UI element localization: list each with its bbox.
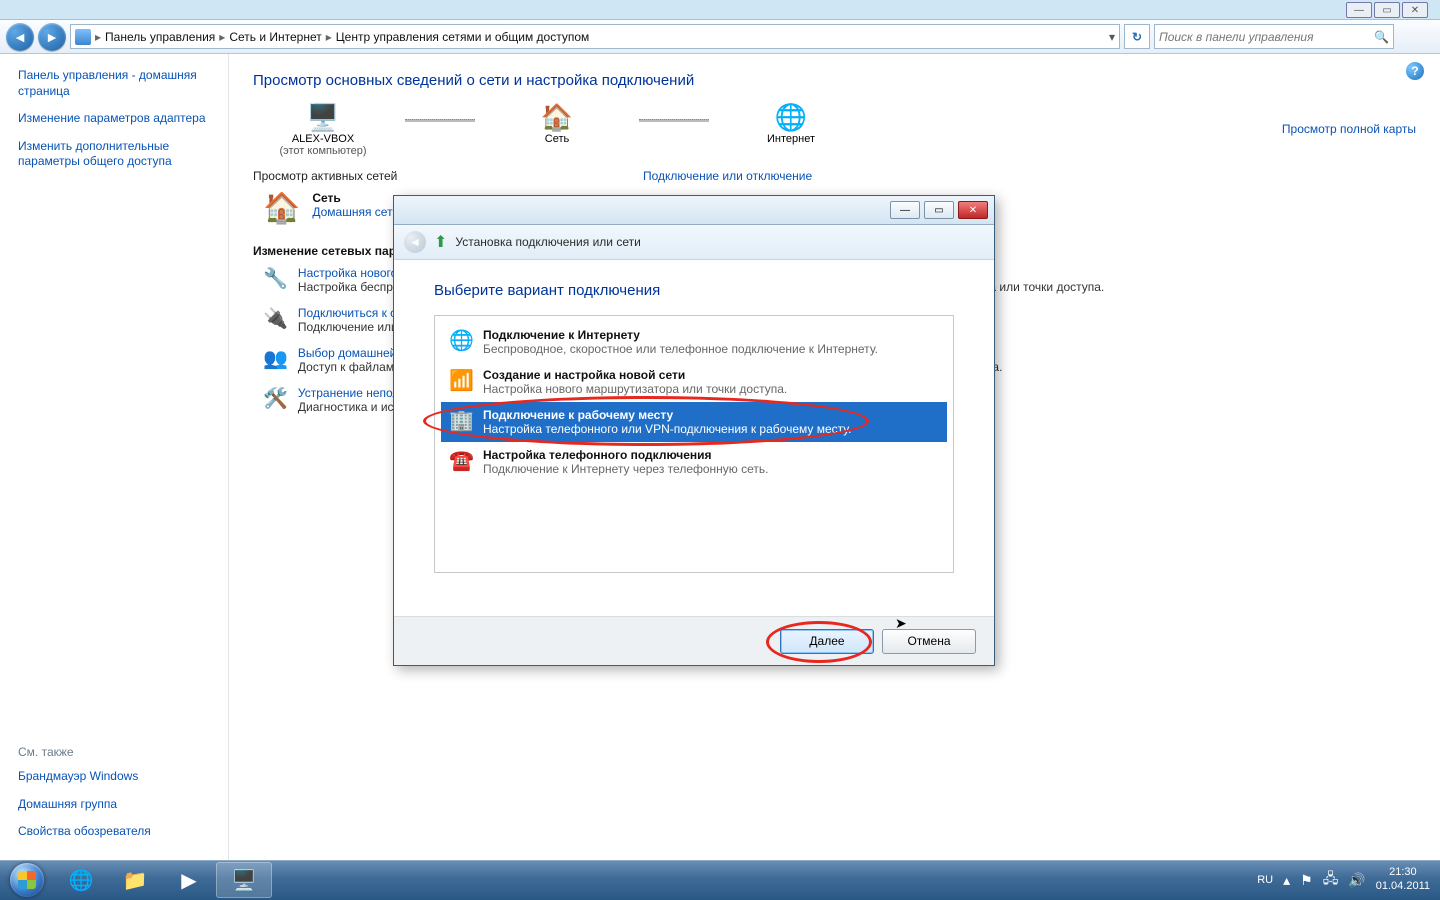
option-internet[interactable]: 🌐 Подключение к Интернету Беспроводное, …	[441, 322, 947, 362]
homegroup-icon: 👥	[263, 346, 288, 374]
house-network-icon: 🏠	[263, 191, 300, 226]
see-also-label: См. также	[18, 745, 218, 759]
node-pc-name: ALEX-VBOX	[292, 133, 354, 145]
breadcrumb-item[interactable]: Панель управления	[105, 30, 215, 44]
full-map-link[interactable]: Просмотр полной карты	[1282, 122, 1416, 136]
dialog-header: ◄ ⬆ Установка подключения или сети	[394, 225, 994, 260]
language-indicator[interactable]: RU	[1257, 874, 1273, 886]
connect-icon: 🔌	[263, 306, 288, 334]
dialog-header-text: Установка подключения или сети	[455, 235, 640, 249]
breadcrumb-dropdown-icon[interactable]: ▾	[1109, 30, 1115, 44]
help-icon[interactable]: ?	[1406, 62, 1424, 80]
dialog-title: Выберите вариант подключения	[434, 282, 954, 299]
active-networks-heading: Просмотр активных сетей Подключение или …	[253, 169, 1416, 183]
building-icon: 🏢	[449, 408, 473, 433]
router-icon: 📶	[449, 368, 473, 393]
refresh-button[interactable]: ↻	[1124, 24, 1150, 49]
search-icon: 🔍	[1374, 30, 1389, 44]
setup-connection-dialog: — ▭ ✕ ◄ ⬆ Установка подключения или сети…	[393, 195, 995, 666]
dialog-minimize-button[interactable]: —	[890, 201, 920, 219]
option-title: Подключение к рабочему месту	[483, 408, 851, 422]
dialog-maximize-button[interactable]: ▭	[924, 201, 954, 219]
cancel-button[interactable]: Отмена	[882, 629, 976, 654]
option-dialup[interactable]: ☎️ Настройка телефонного подключения Под…	[441, 442, 947, 482]
taskbar-explorer[interactable]: 📁	[108, 861, 162, 899]
dialog-footer: Далее Отмена	[394, 616, 994, 665]
tray-clock[interactable]: 21:30 01.04.2011	[1376, 866, 1430, 894]
network-map: 🖥️ ALEX-VBOX (этот компьютер) 🏠 Сеть 🌐 И…	[253, 101, 1416, 157]
tray-flag-icon[interactable]: ⚑	[1300, 872, 1313, 889]
option-workplace[interactable]: 🏢 Подключение к рабочему месту Настройка…	[441, 402, 947, 442]
window-close-button[interactable]: ✕	[1402, 2, 1428, 18]
node-pc-sub: (этот компьютер)	[279, 145, 366, 157]
taskbar-ie[interactable]: 🌐	[54, 861, 108, 899]
page-title: Просмотр основных сведений о сети и наст…	[253, 72, 1416, 89]
breadcrumb-item[interactable]: Сеть и Интернет	[229, 30, 321, 44]
troubleshoot-icon: 🛠️	[263, 386, 288, 414]
search-placeholder: Поиск в панели управления	[1159, 30, 1314, 44]
option-desc: Настройка телефонного или VPN-подключени…	[483, 422, 851, 436]
search-input[interactable]: Поиск в панели управления 🔍	[1154, 24, 1394, 49]
option-new-network[interactable]: 📶 Создание и настройка новой сети Настро…	[441, 362, 947, 402]
network-wizard-icon: ⬆	[434, 232, 447, 252]
address-bar: ◄ ► ▸ Панель управления ▸ Сеть и Интерне…	[0, 20, 1440, 54]
nav-back-button[interactable]: ◄	[6, 23, 34, 51]
see-also-ie-options[interactable]: Свойства обозревателя	[18, 824, 218, 840]
system-tray: RU ▴ ⚑ 🖧 🔊 21:30 01.04.2011	[1247, 866, 1440, 894]
sidebar-link-home[interactable]: Панель управления - домашняя страница	[18, 68, 218, 99]
node-this-pc[interactable]: 🖥️ ALEX-VBOX (этот компьютер)	[253, 101, 393, 157]
window-maximize-button[interactable]: ▭	[1374, 2, 1400, 18]
computer-icon: 🖥️	[303, 101, 343, 133]
taskbar: 🌐 📁 ▶ 🖥️ RU ▴ ⚑ 🖧 🔊 21:30 01.04.2011	[0, 860, 1440, 900]
option-desc: Подключение к Интернету через телефонную…	[483, 462, 769, 476]
option-title: Настройка телефонного подключения	[483, 448, 769, 462]
nav-forward-button[interactable]: ►	[38, 23, 66, 51]
connection-options-list: 🌐 Подключение к Интернету Беспроводное, …	[434, 315, 954, 573]
start-button[interactable]	[0, 860, 54, 900]
window-frame-top: — ▭ ✕	[0, 0, 1440, 20]
node-net-name: Сеть	[545, 133, 569, 145]
breadcrumb-item[interactable]: Центр управления сетями и общим доступом	[336, 30, 590, 44]
breadcrumb-separator: ▸	[219, 30, 225, 44]
phone-icon: ☎️	[449, 448, 473, 473]
taskbar-control-panel[interactable]: 🖥️	[216, 862, 272, 898]
dialog-titlebar[interactable]: — ▭ ✕	[394, 196, 994, 225]
node-network[interactable]: 🏠 Сеть	[487, 101, 627, 157]
sidebar-link-sharing[interactable]: Изменить дополнительные параметры общего…	[18, 139, 218, 170]
breadcrumb-separator: ▸	[95, 30, 101, 44]
tray-date: 01.04.2011	[1376, 880, 1430, 894]
connector-icon	[405, 119, 475, 122]
active-network-type[interactable]: Домашняя сеть	[312, 205, 398, 219]
tray-volume-icon[interactable]: 🔊	[1348, 872, 1365, 889]
globe-arrow-icon: 🌐	[449, 328, 473, 353]
node-internet[interactable]: 🌐 Интернет	[721, 101, 861, 157]
dialog-back-button[interactable]: ◄	[404, 231, 426, 253]
window-minimize-button[interactable]: —	[1346, 2, 1372, 18]
sidebar-link-adapter[interactable]: Изменение параметров адаптера	[18, 111, 218, 127]
tray-time: 21:30	[1376, 866, 1430, 880]
next-button[interactable]: Далее	[780, 629, 874, 654]
option-desc: Настройка нового маршрутизатора или точк…	[483, 382, 787, 396]
windows-orb-icon	[10, 863, 44, 897]
option-title: Подключение к Интернету	[483, 328, 878, 342]
see-also-firewall[interactable]: Брандмауэр Windows	[18, 769, 218, 785]
active-network-name: Сеть	[312, 191, 398, 205]
option-desc: Беспроводное, скоростное или телефонное …	[483, 342, 878, 356]
option-title: Создание и настройка новой сети	[483, 368, 787, 382]
see-also-homegroup[interactable]: Домашняя группа	[18, 797, 218, 813]
breadcrumb[interactable]: ▸ Панель управления ▸ Сеть и Интернет ▸ …	[70, 24, 1120, 49]
wizard-icon: 🔧	[263, 266, 288, 294]
connect-disconnect-link[interactable]: Подключение или отключение	[643, 169, 812, 183]
taskbar-media[interactable]: ▶	[162, 861, 216, 899]
breadcrumb-separator: ▸	[326, 30, 332, 44]
network-center-icon	[75, 29, 91, 45]
node-internet-name: Интернет	[767, 133, 815, 145]
tray-chevron-icon[interactable]: ▴	[1283, 872, 1290, 889]
connector-icon	[639, 119, 709, 122]
dialog-close-button[interactable]: ✕	[958, 201, 988, 219]
sidebar: Панель управления - домашняя страница Из…	[0, 54, 229, 862]
globe-icon: 🌐	[771, 101, 811, 133]
house-icon: 🏠	[537, 101, 577, 133]
tray-network-icon[interactable]: 🖧	[1323, 868, 1339, 892]
